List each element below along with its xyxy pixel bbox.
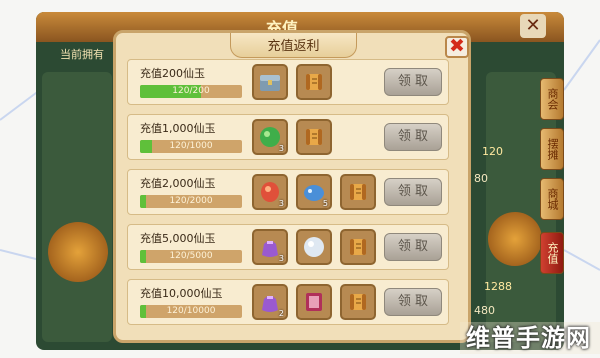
currency-owned-label: 当前拥有 [60, 48, 104, 61]
claim-button[interactable]: 领 取 [384, 68, 442, 96]
progress-bar: 120/1000 [140, 140, 242, 153]
reward-row: 充值5,000仙玉 120/5000 3 领 取 [127, 224, 449, 270]
reward-row: 充值10,000仙玉 120/10000 2 领 取 [127, 279, 449, 325]
reward-item-slot[interactable] [252, 64, 288, 100]
reward-threshold-label: 充值200仙玉 [140, 67, 205, 80]
pearl-icon [302, 235, 326, 259]
item-count: 2 [278, 309, 284, 318]
dialog-header: 充值返利 [230, 33, 357, 58]
progress-text: 120/1000 [169, 141, 213, 151]
close-icon: ✖ [449, 35, 465, 57]
price-number: 480 [474, 304, 495, 317]
item-count: 3 [278, 144, 284, 153]
scroll-icon [346, 180, 370, 204]
reward-item-slot[interactable]: 3 [252, 119, 288, 155]
reward-threshold-label: 充值10,000仙玉 [140, 287, 223, 300]
reward-threshold-label: 充值5,000仙玉 [140, 232, 216, 245]
tab-chamber[interactable]: 商会 [540, 78, 564, 120]
progress-bar: 120/2000 [140, 195, 242, 208]
reward-item-slot[interactable] [296, 119, 332, 155]
dialog-close-button[interactable]: ✖ [445, 35, 469, 58]
reward-item-slot[interactable]: 2 [252, 284, 288, 320]
progress-text: 120/5000 [169, 251, 213, 261]
reward-item-slot[interactable] [340, 174, 376, 210]
treasure-pot-icon [48, 222, 108, 282]
treasure-chest-icon [258, 70, 282, 94]
progress-bar: 120/5000 [140, 250, 242, 263]
watermark: 维普手游网 [466, 324, 591, 352]
claim-button[interactable]: 领 取 [384, 178, 442, 206]
reward-row: 充值1,000仙玉 120/1000 3 领 取 [127, 114, 449, 160]
claim-button[interactable]: 领 取 [384, 288, 442, 316]
item-count: 5 [322, 199, 328, 208]
tab-recharge[interactable]: 充值 [540, 232, 564, 274]
item-count: 3 [278, 199, 284, 208]
claim-button[interactable]: 领 取 [384, 233, 442, 261]
scroll-icon [346, 290, 370, 314]
progress-text: 120/2000 [169, 196, 213, 206]
reward-item-slot[interactable] [296, 229, 332, 265]
dialog-title: 充值返利 [267, 39, 320, 54]
reward-threshold-label: 充值2,000仙玉 [140, 177, 216, 190]
reward-item-slot[interactable]: 5 [296, 174, 332, 210]
badge-number: 1288 [484, 280, 512, 293]
progress-bar: 120/200 [140, 85, 242, 98]
price-number: 80 [474, 172, 488, 185]
reward-item-slot[interactable] [296, 284, 332, 320]
tab-stall[interactable]: 摆摊 [540, 128, 564, 170]
tab-mall[interactable]: 商城 [540, 178, 564, 220]
reward-row: 充值200仙玉 120/200 领 取 [127, 59, 449, 105]
badge-number: 120 [482, 145, 503, 158]
progress-text: 120/200 [172, 86, 210, 96]
reward-item-slot[interactable] [296, 64, 332, 100]
progress-bar: 120/10000 [140, 305, 242, 318]
treasure-pot-icon [488, 212, 542, 266]
item-count: 3 [278, 254, 284, 263]
reward-item-slot[interactable] [340, 229, 376, 265]
claim-button[interactable]: 领 取 [384, 123, 442, 151]
book-icon [302, 290, 326, 314]
reward-item-slot[interactable] [340, 284, 376, 320]
game-close-button[interactable]: ✕ [520, 14, 546, 38]
left-panel [42, 72, 112, 342]
scroll-icon [302, 125, 326, 149]
scroll-icon [346, 235, 370, 259]
progress-text: 120/10000 [166, 306, 216, 316]
reward-item-slot[interactable]: 3 [252, 229, 288, 265]
reward-item-slot[interactable]: 3 [252, 174, 288, 210]
scroll-icon [302, 70, 326, 94]
reward-threshold-label: 充值1,000仙玉 [140, 122, 216, 135]
reward-row: 充值2,000仙玉 120/2000 3 5 领 取 [127, 169, 449, 215]
